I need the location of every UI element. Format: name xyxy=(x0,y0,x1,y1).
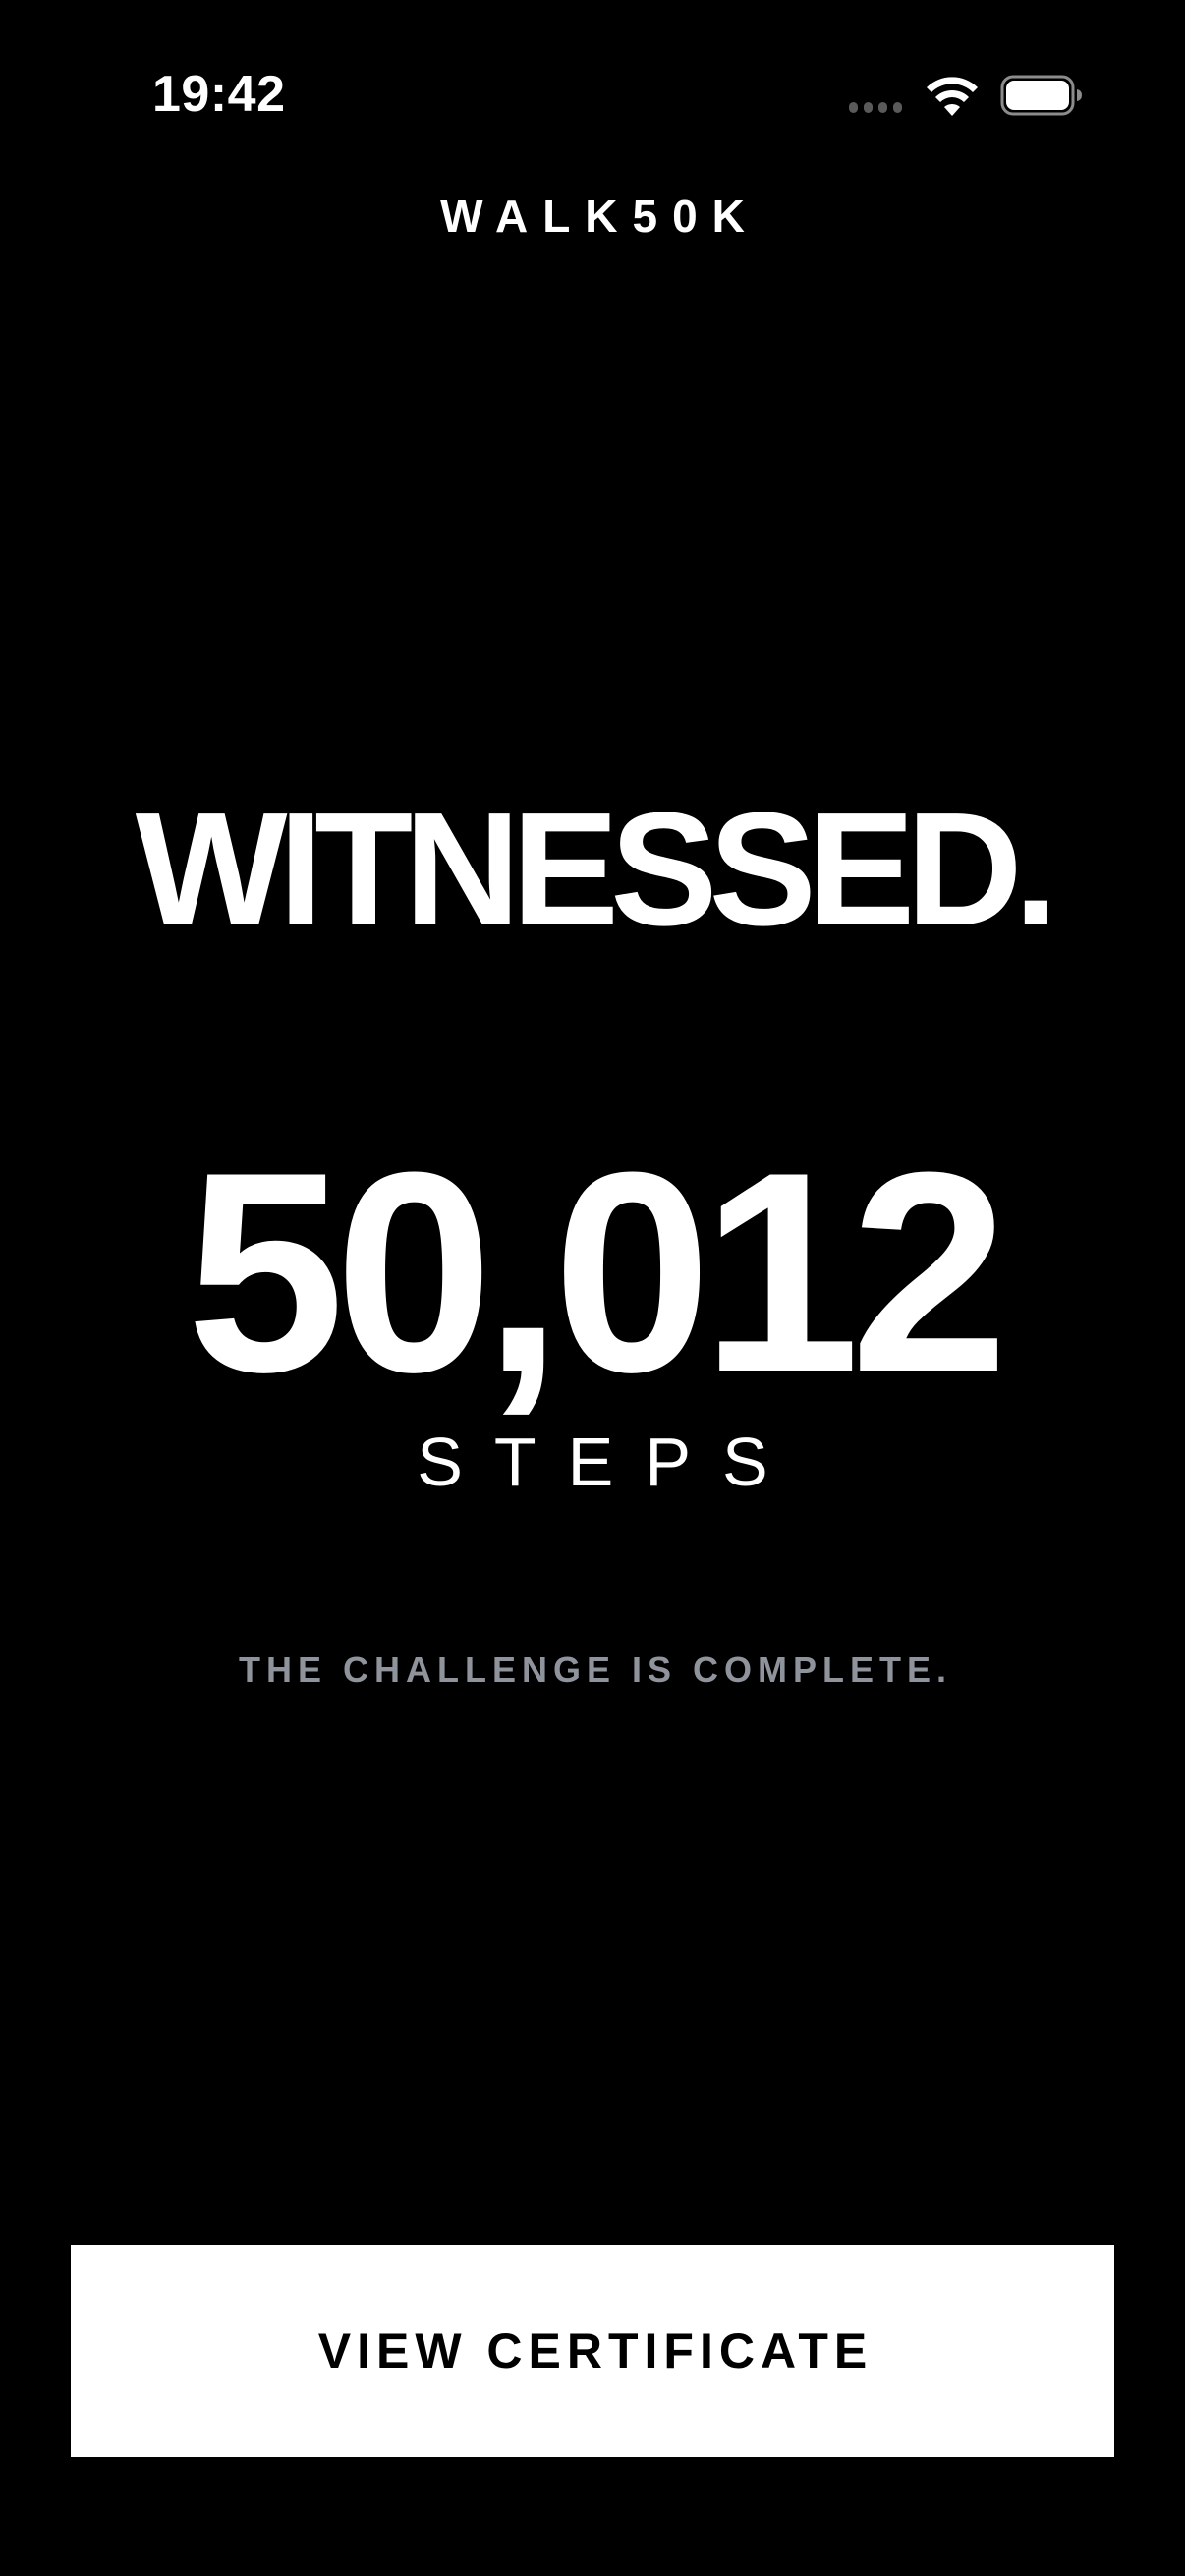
challenge-complete-message: THE CHALLENGE IS COMPLETE. xyxy=(238,1650,953,1690)
status-time: 19:42 xyxy=(152,66,286,123)
status-bar: 19:42 xyxy=(0,0,1185,187)
app-title: WALK50K xyxy=(440,191,760,242)
steps-label: STEPS xyxy=(417,1424,800,1500)
wifi-icon xyxy=(927,77,978,116)
view-certificate-button[interactable]: VIEW CERTIFICATE xyxy=(71,2245,1114,2457)
battery-icon xyxy=(1000,75,1082,116)
headline: WITNESSED. xyxy=(135,779,1059,959)
step-count: 50,012 xyxy=(186,1113,1009,1431)
cellular-signal-icon xyxy=(849,102,908,116)
